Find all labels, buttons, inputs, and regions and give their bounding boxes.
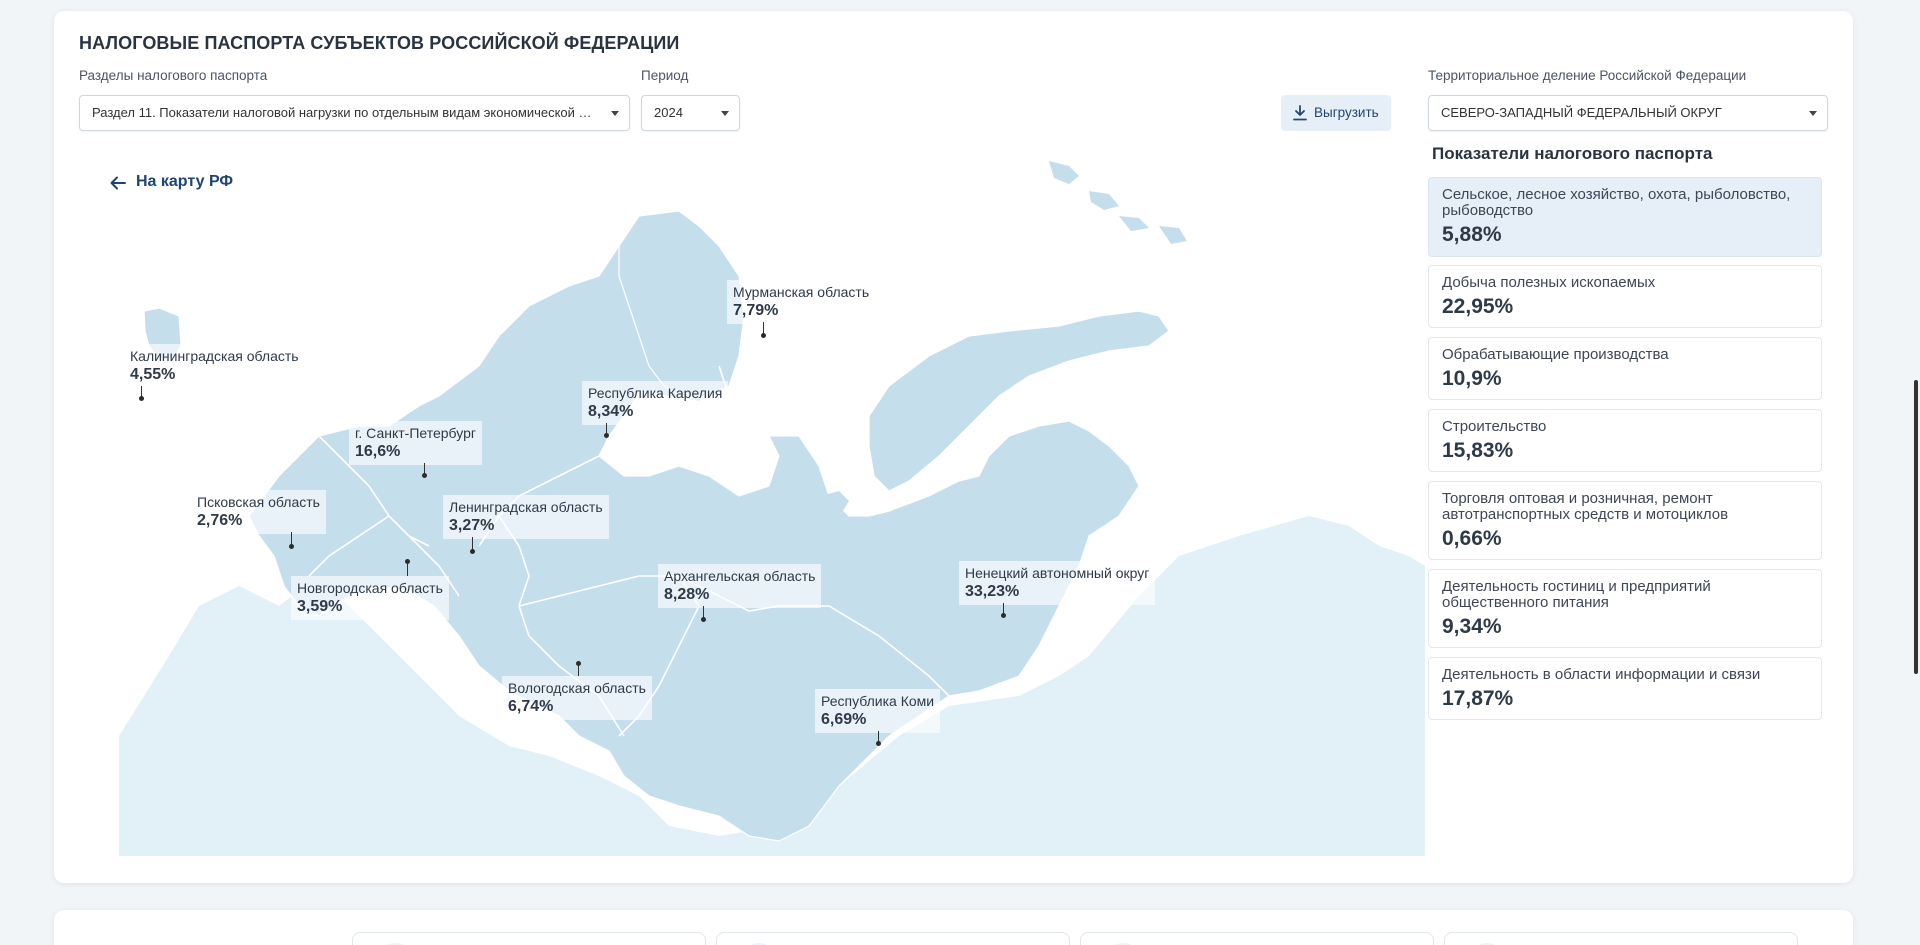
summary-tile[interactable] (352, 932, 706, 945)
region-label-murmansk[interactable]: Мурманская область 7,79% (727, 280, 876, 324)
region-label-arkhangelsk[interactable]: Архангельская область 8,28% (658, 564, 822, 608)
back-link-label: На карту РФ (136, 173, 234, 190)
chevron-down-icon (611, 111, 619, 116)
period-select-value: 2024 (654, 105, 683, 120)
section-select-value: Раздел 11. Показатели налоговой нагрузки… (92, 105, 597, 120)
page-title: НАЛОГОВЫЕ ПАСПОРТА СУБЪЕКТОВ РОССИЙСКОЙ … (79, 33, 680, 53)
region-label-komi[interactable]: Республика Коми 6,69% (815, 689, 941, 733)
region-pin-dot (604, 433, 609, 438)
region-pin-dot (139, 396, 144, 401)
section-label: Разделы налогового паспорта (79, 68, 268, 83)
period-label: Период (641, 68, 689, 83)
indicator-item-agriculture[interactable]: Сельское, лесное хозяйство, охота, рыбол… (1428, 177, 1822, 257)
region-pin-dot (405, 559, 410, 564)
export-button[interactable]: Выгрузить (1281, 95, 1391, 131)
secondary-card (54, 910, 1853, 945)
indicator-item-trade[interactable]: Торговля оптовая и розничная, ремонт авт… (1428, 481, 1822, 560)
franz-josef-islands (1049, 161, 1187, 244)
territory-select-value: СЕВЕРО-ЗАПАДНЫЙ ФЕДЕРАЛЬНЫЙ ОКРУГ (1441, 105, 1722, 120)
region-label-novgorod[interactable]: Новгородская область 3,59% (291, 576, 449, 620)
indicator-item-hospitality[interactable]: Деятельность гостиниц и предприятий обще… (1428, 569, 1822, 648)
region-label-pskov[interactable]: Псковская область 2,76% (191, 490, 326, 534)
page-scrollbar[interactable] (1914, 380, 1918, 674)
region-pin-dot (1001, 613, 1006, 618)
tax-passport-card: НАЛОГОВЫЕ ПАСПОРТА СУБЪЕКТОВ РОССИЙСКОЙ … (54, 11, 1853, 883)
chevron-down-icon (721, 111, 729, 116)
territory-label: Территориальное деление Российской Федер… (1428, 68, 1747, 83)
summary-tile[interactable] (1080, 932, 1434, 945)
summary-tile[interactable] (1444, 932, 1798, 945)
region-label-spb[interactable]: г. Санкт-Петербург 16,6% (349, 421, 482, 465)
region-pin-dot (470, 549, 475, 554)
export-button-label: Выгрузить (1314, 105, 1379, 120)
region-label-vologda[interactable]: Вологодская область 6,74% (502, 676, 652, 720)
region-label-nenets[interactable]: Ненецкий автономный округ 33,23% (959, 561, 1156, 605)
region-label-kaliningrad[interactable]: Калининградская область 4,55% (124, 344, 305, 388)
region-pin-dot (576, 661, 581, 666)
region-label-karelia[interactable]: Республика Карелия 8,34% (582, 381, 729, 425)
section-select[interactable]: Раздел 11. Показатели налоговой нагрузки… (79, 95, 630, 131)
chevron-down-icon (1809, 111, 1817, 116)
indicator-item-mining[interactable]: Добыча полезных ископаемых 22,95% (1428, 265, 1822, 328)
indicator-item-manufacturing[interactable]: Обрабатывающие производства 10,9% (1428, 337, 1822, 400)
indicators-title: Показатели налогового паспорта (1432, 144, 1713, 163)
region-pin (407, 562, 408, 576)
period-select[interactable]: 2024 (641, 95, 740, 131)
arrow-left-icon (110, 176, 126, 190)
region-pin-dot (701, 617, 706, 622)
region-label-leningrad[interactable]: Ленинградская область 3,27% (443, 495, 609, 539)
indicator-item-it[interactable]: Деятельность в области информации и связ… (1428, 657, 1822, 720)
region-pin-dot (422, 473, 427, 478)
region-pin-dot (761, 333, 766, 338)
summary-tile[interactable] (716, 932, 1070, 945)
region-pin-dot (289, 544, 294, 549)
region-pin-dot (876, 741, 881, 746)
download-icon (1293, 105, 1307, 121)
territory-select[interactable]: СЕВЕРО-ЗАПАДНЫЙ ФЕДЕРАЛЬНЫЙ ОКРУГ (1428, 95, 1828, 131)
indicator-item-construction[interactable]: Строительство 15,83% (1428, 409, 1822, 472)
